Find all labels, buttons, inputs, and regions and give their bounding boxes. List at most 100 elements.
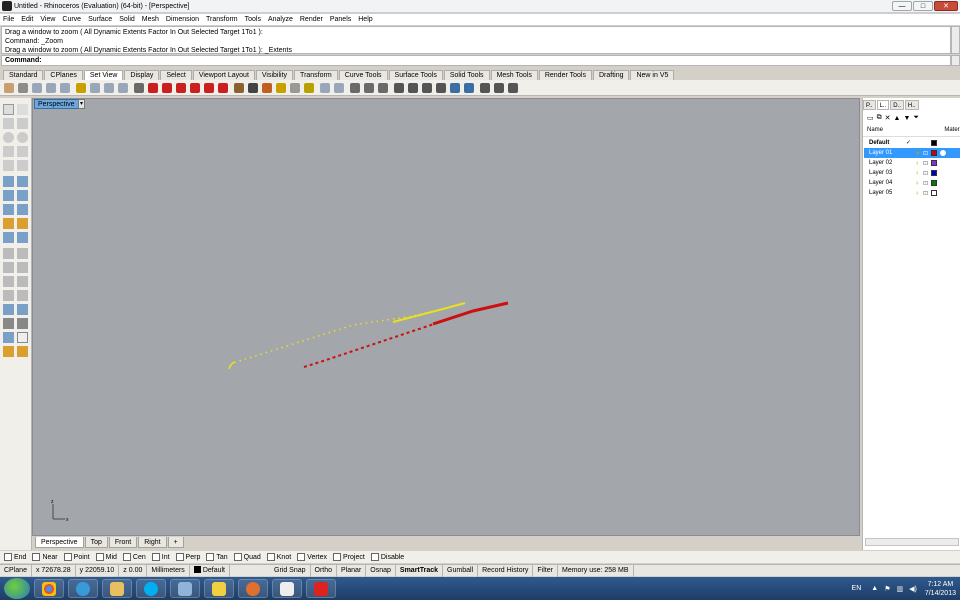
column-name[interactable]: Name	[863, 127, 944, 136]
scale-icon[interactable]	[17, 262, 28, 273]
taskbar-ie[interactable]	[68, 579, 98, 598]
yellow-curve-group[interactable]	[228, 302, 466, 370]
osnap-vertex[interactable]: Vertex	[297, 553, 327, 561]
tray-expand-icon[interactable]: ▲	[871, 585, 878, 592]
menu-mesh[interactable]: Mesh	[142, 16, 159, 23]
freeform-icon[interactable]	[17, 160, 28, 171]
taskbar-app2[interactable]	[238, 579, 268, 598]
checkbox[interactable]	[32, 553, 41, 561]
flip-view-icon[interactable]	[422, 83, 432, 93]
layer-visible-bulb-icon[interactable]: ♀	[915, 189, 920, 199]
menu-surface[interactable]: Surface	[88, 16, 112, 23]
network-icon[interactable]: ▥	[897, 585, 904, 593]
add-viewport-tab-button[interactable]: +	[167, 537, 184, 548]
command-input[interactable]: Command:	[1, 55, 951, 66]
volume-icon[interactable]: ◀)	[909, 585, 917, 593]
flag-icon[interactable]: ⚑	[884, 585, 890, 593]
select-arrow-icon[interactable]	[3, 104, 14, 115]
osnap-near[interactable]: Near	[32, 553, 58, 561]
viewport-menu-dropdown[interactable]: ▾	[78, 99, 85, 109]
box-icon[interactable]	[3, 190, 14, 201]
pan-icon[interactable]	[4, 83, 14, 93]
units[interactable]: Millimeters	[147, 564, 190, 577]
tab-front[interactable]: Front	[108, 537, 138, 548]
maximize-button[interactable]: □	[913, 1, 933, 11]
view-top-icon[interactable]	[162, 83, 172, 93]
filter-toggle[interactable]: Filter	[533, 564, 558, 577]
rectangle-icon[interactable]	[17, 146, 28, 157]
menu-transform[interactable]: Transform	[206, 16, 238, 23]
clock[interactable]: 7:12 AM 7/14/2013	[925, 580, 956, 598]
tab-cplanes[interactable]: CPlanes	[44, 70, 83, 80]
zoom-window-icon[interactable]	[46, 83, 56, 93]
analyze-icon[interactable]	[3, 332, 14, 343]
mirror-icon[interactable]	[3, 276, 14, 287]
smarttrack-toggle[interactable]: SmartTrack	[396, 564, 444, 577]
viewport-canvas[interactable]: x z	[33, 99, 860, 536]
tab-surface-tools[interactable]: Surface Tools	[388, 70, 443, 80]
menu-tools[interactable]: Tools	[245, 16, 261, 23]
sphere-icon[interactable]	[17, 190, 28, 201]
move-layer-down-icon[interactable]: ▼	[903, 115, 910, 122]
menu-analyze[interactable]: Analyze	[268, 16, 293, 23]
osnap-cen[interactable]: Cen	[122, 553, 146, 561]
taskbar-rhino[interactable]	[272, 579, 302, 598]
zoom-extents-icon[interactable]	[60, 83, 70, 93]
layer-material-icon[interactable]	[940, 150, 946, 156]
tab-properties[interactable]: P..	[863, 100, 876, 110]
undo-view-icon[interactable]	[90, 83, 100, 93]
view-right-icon[interactable]	[190, 83, 200, 93]
new-layer-icon[interactable]: ▭	[867, 114, 874, 122]
swap-view-icon[interactable]	[378, 83, 388, 93]
checkbox[interactable]	[206, 553, 215, 561]
named-view-icon[interactable]	[148, 83, 158, 93]
split-icon[interactable]	[17, 304, 28, 315]
layer-color-swatch[interactable]	[931, 140, 937, 146]
view-perspective-icon[interactable]	[218, 83, 228, 93]
osnap-knot[interactable]: Knot	[266, 553, 291, 561]
menu-view[interactable]: View	[40, 16, 55, 23]
layer-row-layer-03[interactable]: Layer 03 ♀ ⊡	[864, 168, 960, 178]
walkabout-icon[interactable]	[350, 83, 360, 93]
record-history-toggle[interactable]: Record History	[478, 564, 534, 577]
circle-icon[interactable]	[3, 132, 14, 143]
array-icon[interactable]	[17, 276, 28, 287]
gumball-toggle[interactable]: Gumball	[443, 564, 479, 577]
grid-snap-toggle[interactable]: Grid Snap	[270, 564, 311, 577]
osnap-end[interactable]: End	[4, 553, 26, 561]
grid-icon[interactable]	[3, 318, 14, 329]
perspective-viewport[interactable]: x z	[32, 98, 860, 536]
set-camera-icon[interactable]	[234, 83, 244, 93]
layer-row-layer-05[interactable]: Layer 05 ♀ ⊡	[864, 188, 960, 198]
osnap-int[interactable]: Int	[151, 553, 170, 561]
zoom-selected-icon[interactable]	[76, 83, 86, 93]
menu-panels[interactable]: Panels	[330, 16, 351, 23]
layer-color-swatch[interactable]	[931, 180, 937, 186]
surface-icon[interactable]	[3, 176, 14, 187]
trim-icon[interactable]	[3, 304, 14, 315]
polygon-icon[interactable]	[3, 160, 14, 171]
tab-solid-tools[interactable]: Solid Tools	[443, 70, 490, 80]
tab-help[interactable]: H..	[904, 100, 919, 110]
elevation-view-icon[interactable]	[408, 83, 418, 93]
text-icon[interactable]	[17, 232, 28, 243]
menu-dimension[interactable]: Dimension	[166, 16, 199, 23]
rotate-icon[interactable]	[3, 262, 14, 273]
tab-mesh-tools[interactable]: Mesh Tools	[490, 70, 538, 80]
red-helix-group[interactable]	[303, 301, 509, 368]
red-helix[interactable]	[303, 302, 509, 368]
checkbox[interactable]	[370, 553, 379, 561]
minimize-button[interactable]: —	[892, 1, 912, 11]
tab-drafting[interactable]: Drafting	[592, 70, 630, 80]
menu-curve[interactable]: Curve	[62, 16, 81, 23]
osnap-disable[interactable]: Disable	[370, 553, 404, 561]
layer-row-layer-04[interactable]: Layer 04 ♀ ⊡	[864, 178, 960, 188]
tab-standard[interactable]: Standard	[3, 70, 44, 80]
language-indicator[interactable]: EN	[852, 585, 862, 592]
planar-toggle[interactable]: Planar	[337, 564, 367, 577]
tab-display[interactable]: Display	[124, 70, 160, 80]
column-material[interactable]: Materi	[944, 127, 960, 136]
tab-curve-tools[interactable]: Curve Tools	[338, 70, 388, 80]
taskbar-help[interactable]	[204, 579, 234, 598]
two-point-perspective-icon[interactable]	[364, 83, 374, 93]
